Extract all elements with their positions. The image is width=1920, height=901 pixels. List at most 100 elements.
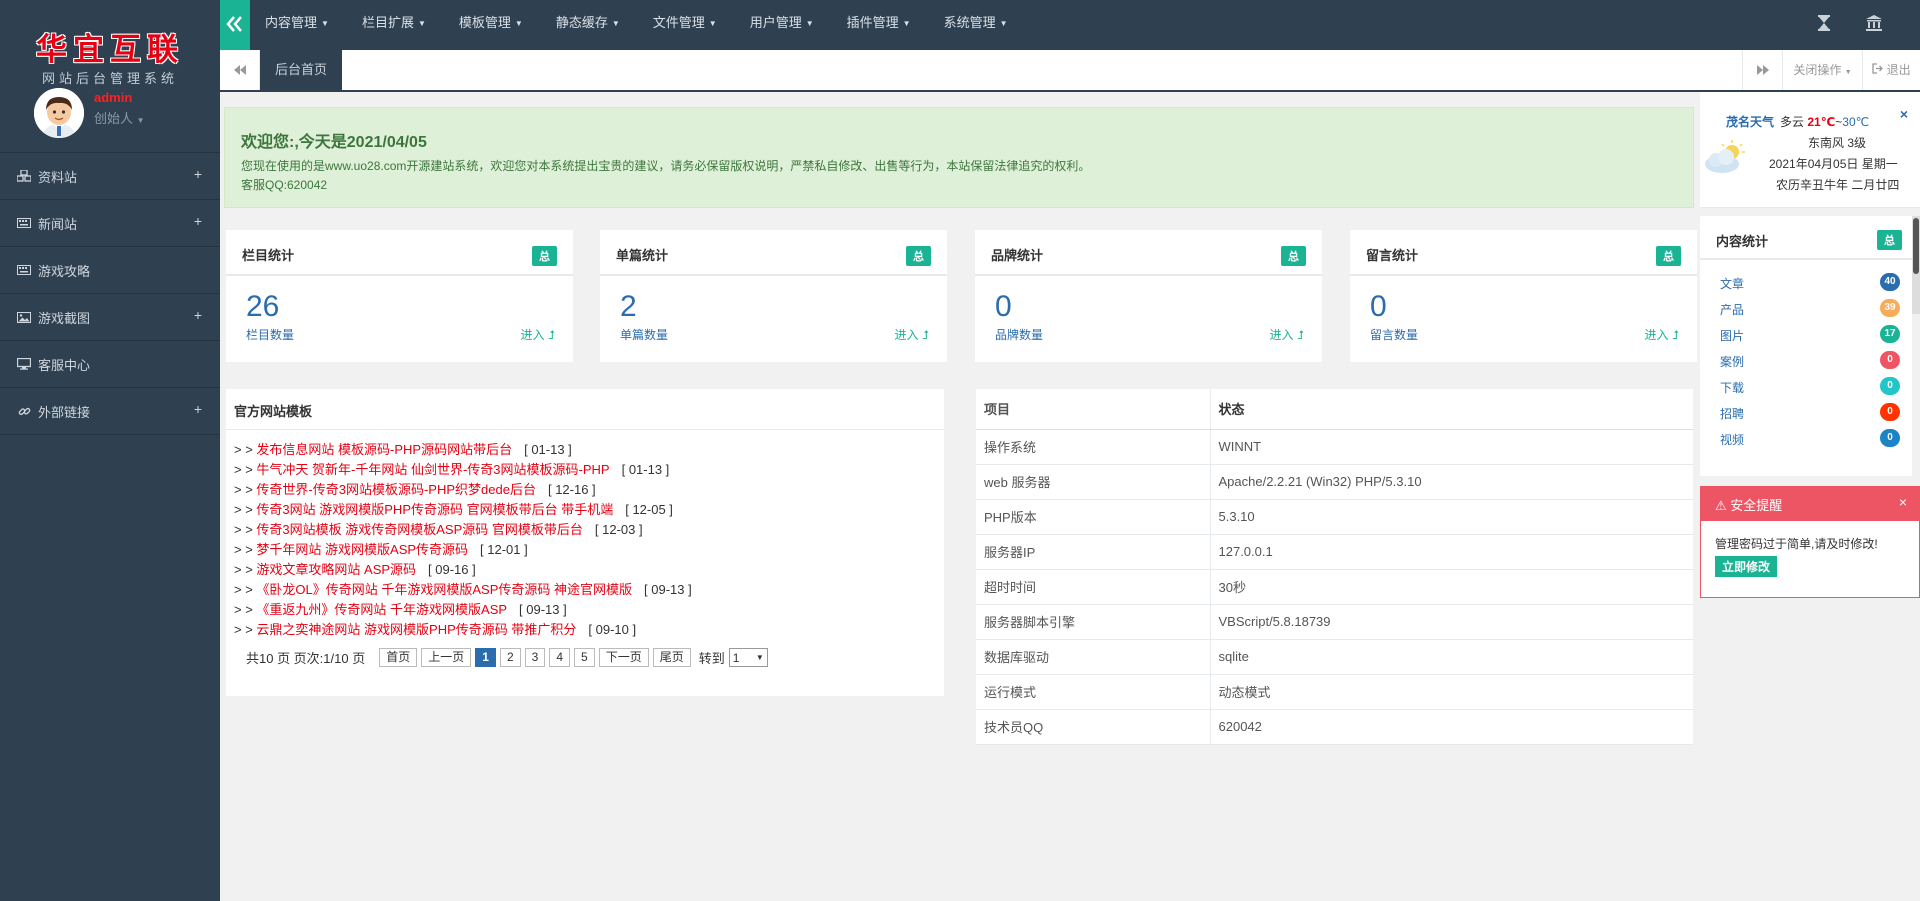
menu-static-cache[interactable]: 静态缓存 ▼: [556, 0, 620, 50]
caret-down-icon: ▼: [805, 19, 814, 28]
menu-system-manage[interactable]: 系统管理 ▼: [944, 0, 1008, 50]
enter-label: 进入: [520, 328, 545, 342]
brand-subtitle: 网站后台管理系统: [41, 71, 178, 86]
list-item: > > 传奇3网站 游戏网模版PHP传奇源码 官网模板带后台 带手机端 [ 12-…: [234, 500, 936, 520]
sidebar-item-label: 游戏截图: [38, 310, 91, 326]
tab-bar: 后台首页 关闭操作 ▼ 退出: [220, 50, 1920, 92]
page-number-button[interactable]: 5: [574, 648, 595, 667]
stat-card-enter-link[interactable]: 进入 ⮥: [895, 326, 929, 343]
menu-file-manage[interactable]: 文件管理 ▼: [653, 0, 717, 50]
content-stat-link[interactable]: 下载: [1720, 379, 1744, 396]
template-link[interactable]: 发布信息网站 模板源码-PHP源码网站带后台: [256, 442, 512, 457]
list-prefix: > >: [234, 442, 253, 457]
content-stat-link[interactable]: 图片: [1720, 327, 1744, 344]
sidebar-item-ziliaozhan[interactable]: 资料站 +: [0, 153, 220, 200]
menu-user-manage[interactable]: 用户管理 ▼: [750, 0, 814, 50]
list-date: [ 09-13 ]: [644, 582, 692, 597]
menu-content-manage[interactable]: 内容管理 ▼: [265, 0, 329, 50]
sidebar-toggle-button[interactable]: [220, 0, 250, 50]
enter-label: 进入: [894, 328, 919, 342]
template-link[interactable]: 传奇世界-传奇3网站模板源码-PHP织梦dede后台: [256, 482, 536, 497]
table-row: 数据库驱动 sqlite: [976, 639, 1693, 675]
template-link[interactable]: 牛气冲天 贺新年-千年网站 仙剑世界-传奇3网站模板源码-PHP: [256, 462, 609, 477]
stat-card-value: 2: [620, 290, 637, 323]
sidebar-item-kefuzhongxin[interactable]: 客服中心: [0, 341, 220, 388]
close-icon[interactable]: ×: [1899, 494, 1907, 510]
menu-column-extend[interactable]: 栏目扩展 ▼: [362, 0, 426, 50]
sidebar-item-xinwenzhan[interactable]: 新闻站 +: [0, 200, 220, 247]
page-first-button[interactable]: 首页: [379, 648, 418, 667]
table-cell-value: sqlite: [1210, 639, 1693, 675]
column-header-status: 状态: [1210, 389, 1693, 430]
page-number-button[interactable]: 4: [549, 648, 570, 667]
avatar[interactable]: [34, 88, 84, 138]
scrollbar[interactable]: [1912, 216, 1920, 314]
content-stat-link[interactable]: 视频: [1720, 431, 1744, 448]
close-operations-dropdown[interactable]: 关闭操作 ▼: [1782, 50, 1862, 90]
page-number-button[interactable]: 2: [499, 648, 521, 667]
scrollbar-thumb[interactable]: [1913, 218, 1919, 274]
list-item: > > 牛气冲天 贺新年-千年网站 仙剑世界-传奇3网站模板源码-PHP [ 01…: [234, 460, 936, 480]
page-next-button[interactable]: 下一页: [598, 648, 649, 667]
template-link[interactable]: 传奇3网站模板 游戏传奇网模板ASP源码 官网模板带后台: [256, 522, 582, 537]
stat-card-enter-link[interactable]: 进入 ⮥: [521, 326, 555, 343]
page-number-button[interactable]: 1: [475, 648, 496, 667]
list-item: > > 《重返九州》传奇网站 千年游戏网模版ASP [ 09-13 ]: [234, 600, 936, 620]
sidebar-item-label: 客服中心: [38, 357, 91, 373]
menu-template-manage[interactable]: 模板管理 ▼: [459, 0, 523, 50]
keyboard-icon: [16, 263, 32, 277]
chevron-down-icon: ▼: [755, 653, 764, 662]
logout-button[interactable]: 退出: [1862, 50, 1920, 90]
tab-scroll-right-button[interactable]: [1742, 50, 1782, 90]
list-item: > > 梦千年网站 游戏网模版ASP传奇源码 [ 12-01 ]: [234, 540, 936, 560]
sidebar-item-youxijietu[interactable]: 游戏截图 +: [0, 294, 220, 341]
table-cell-key: 数据库驱动: [976, 639, 1211, 675]
template-link[interactable]: 云鼎之奕神途网站 游戏网模版PHP传奇源码 带推广积分: [256, 622, 576, 637]
list-date: [ 01-13 ]: [621, 462, 670, 477]
stat-card-label: 留言数量: [1370, 328, 1419, 342]
template-link[interactable]: 《卧龙OL》传奇网站 千年游戏网模版ASP传奇源码 神途官网模版: [256, 582, 632, 597]
stat-card-enter-link[interactable]: 进入 ⮥: [1645, 326, 1679, 343]
change-password-button[interactable]: 立即修改: [1715, 556, 1778, 577]
page-last-button[interactable]: 尾页: [652, 648, 691, 667]
official-templates-panel: 官方网站模板 > > 发布信息网站 模板源码-PHP源码网站带后台 [ 01-13…: [226, 389, 944, 696]
weather-wind: 东南风 3级: [1808, 136, 1867, 150]
stat-card-title: 留言统计: [1366, 248, 1419, 263]
sidebar-item-youxigonglue[interactable]: 游戏攻略: [0, 247, 220, 294]
menu-plugin-manage[interactable]: 插件管理 ▼: [847, 0, 911, 50]
bank-icon[interactable]: [1866, 15, 1884, 33]
template-link[interactable]: 传奇3网站 游戏网模版PHP传奇源码 官网模板带后台 带手机端: [256, 502, 613, 517]
content-stat-link[interactable]: 文章: [1720, 275, 1744, 292]
system-info-panel: 项目 状态 操作系统 WINNT web 服务器 Apache/2.2.21 (Wi…: [976, 389, 1693, 745]
list-item: 图片 17: [1700, 322, 1912, 348]
sidebar: 华宜互联 网站后台管理系统 admin 创始人 ▼ 资料站 + 新闻站 + 游戏…: [0, 0, 220, 901]
goto-page-select[interactable]: 1 ▼: [728, 648, 768, 667]
close-icon[interactable]: ×: [1900, 106, 1908, 122]
template-link[interactable]: 游戏文章攻略网站 ASP源码: [256, 562, 416, 577]
list-date: [ 12-03 ]: [594, 522, 643, 537]
list-date: [ 09-13 ]: [519, 602, 567, 617]
page-number-button[interactable]: 3: [524, 648, 546, 667]
template-link[interactable]: 梦千年网站 游戏网模版ASP传奇源码: [256, 542, 468, 557]
content-stat-link[interactable]: 产品: [1720, 301, 1744, 318]
table-cell-value: Apache/2.2.21 (Win32) PHP/5.3.10: [1210, 464, 1693, 500]
list-item: 产品 39: [1700, 296, 1912, 322]
content-stat-link[interactable]: 招聘: [1720, 405, 1744, 422]
template-link[interactable]: 《重返九州》传奇网站 千年游戏网模版ASP: [256, 602, 507, 617]
hourglass-icon[interactable]: [1817, 15, 1835, 33]
caret-down-icon: ▼: [708, 19, 717, 28]
stat-card-enter-link[interactable]: 进入 ⮥: [1270, 326, 1304, 343]
tab-scroll-left-button[interactable]: [220, 50, 260, 90]
user-role-dropdown[interactable]: 创始人 ▼: [94, 108, 145, 127]
page-prev-button[interactable]: 上一页: [421, 648, 472, 667]
sidebar-item-waibulianjie[interactable]: 外部链接 +: [0, 388, 220, 435]
stat-card-value: 0: [1370, 290, 1387, 323]
count-badge: 0: [1880, 377, 1900, 395]
content-stat-link[interactable]: 案例: [1720, 353, 1744, 370]
sign-out-icon: [1872, 63, 1886, 77]
list-date: [ 12-01 ]: [480, 542, 528, 557]
caret-down-icon: ▼: [999, 19, 1008, 28]
tab-home[interactable]: 后台首页: [260, 50, 342, 90]
menu-label: 模板管理: [458, 15, 511, 30]
list-item: 文章 40: [1700, 270, 1912, 296]
